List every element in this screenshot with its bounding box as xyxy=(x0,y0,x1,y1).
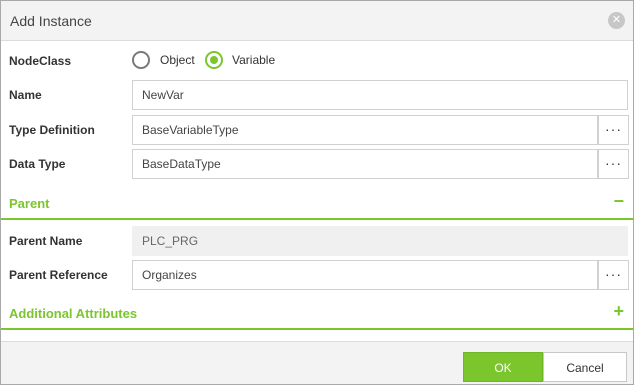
cancel-button[interactable]: Cancel xyxy=(543,352,627,382)
name-label: Name xyxy=(9,88,42,102)
parent-section-title: Parent xyxy=(9,196,50,211)
name-row: Name NewVar xyxy=(1,80,633,110)
parent-reference-row: Parent Reference Organizes ··· xyxy=(1,260,633,290)
parent-name-row: Parent Name PLC_PRG xyxy=(1,226,633,256)
close-icon[interactable]: ✕ xyxy=(608,12,625,29)
data-type-input[interactable]: BaseDataType xyxy=(132,149,598,179)
parent-section-header[interactable]: Parent − xyxy=(1,186,633,220)
parent-reference-label: Parent Reference xyxy=(9,268,108,282)
parent-name-field: PLC_PRG xyxy=(132,226,628,256)
type-definition-label: Type Definition xyxy=(9,123,95,137)
nodeclass-row: NodeClass Object Variable xyxy=(1,46,633,76)
data-type-browse-button[interactable]: ··· xyxy=(598,149,629,179)
expand-icon[interactable]: + xyxy=(613,301,624,322)
type-definition-browse-button[interactable]: ··· xyxy=(598,115,629,145)
additional-attributes-title: Additional Attributes xyxy=(9,306,138,321)
data-type-row: Data Type BaseDataType ··· xyxy=(1,149,633,179)
nodeclass-label: NodeClass xyxy=(9,54,72,68)
name-input[interactable]: NewVar xyxy=(132,80,628,110)
dialog-titlebar: Add Instance ✕ xyxy=(1,1,633,41)
parent-reference-input[interactable]: Organizes xyxy=(132,260,598,290)
ok-button[interactable]: OK xyxy=(463,352,543,382)
dialog-title: Add Instance xyxy=(10,13,92,29)
parent-reference-browse-button[interactable]: ··· xyxy=(598,260,629,290)
type-definition-row: Type Definition BaseVariableType ··· xyxy=(1,115,633,145)
additional-attributes-section-header[interactable]: Additional Attributes + xyxy=(1,296,633,330)
radio-variable-label[interactable]: Variable xyxy=(232,53,275,67)
collapse-icon[interactable]: − xyxy=(613,191,624,212)
radio-object-label[interactable]: Object xyxy=(160,53,195,67)
parent-name-label: Parent Name xyxy=(9,234,83,248)
radio-object[interactable] xyxy=(132,51,150,69)
radio-variable[interactable] xyxy=(205,51,223,69)
data-type-label: Data Type xyxy=(9,157,66,171)
add-instance-dialog: Add Instance ✕ NodeClass Object Variable… xyxy=(0,0,634,385)
type-definition-input[interactable]: BaseVariableType xyxy=(132,115,598,145)
dialog-footer: OK Cancel xyxy=(1,341,633,384)
